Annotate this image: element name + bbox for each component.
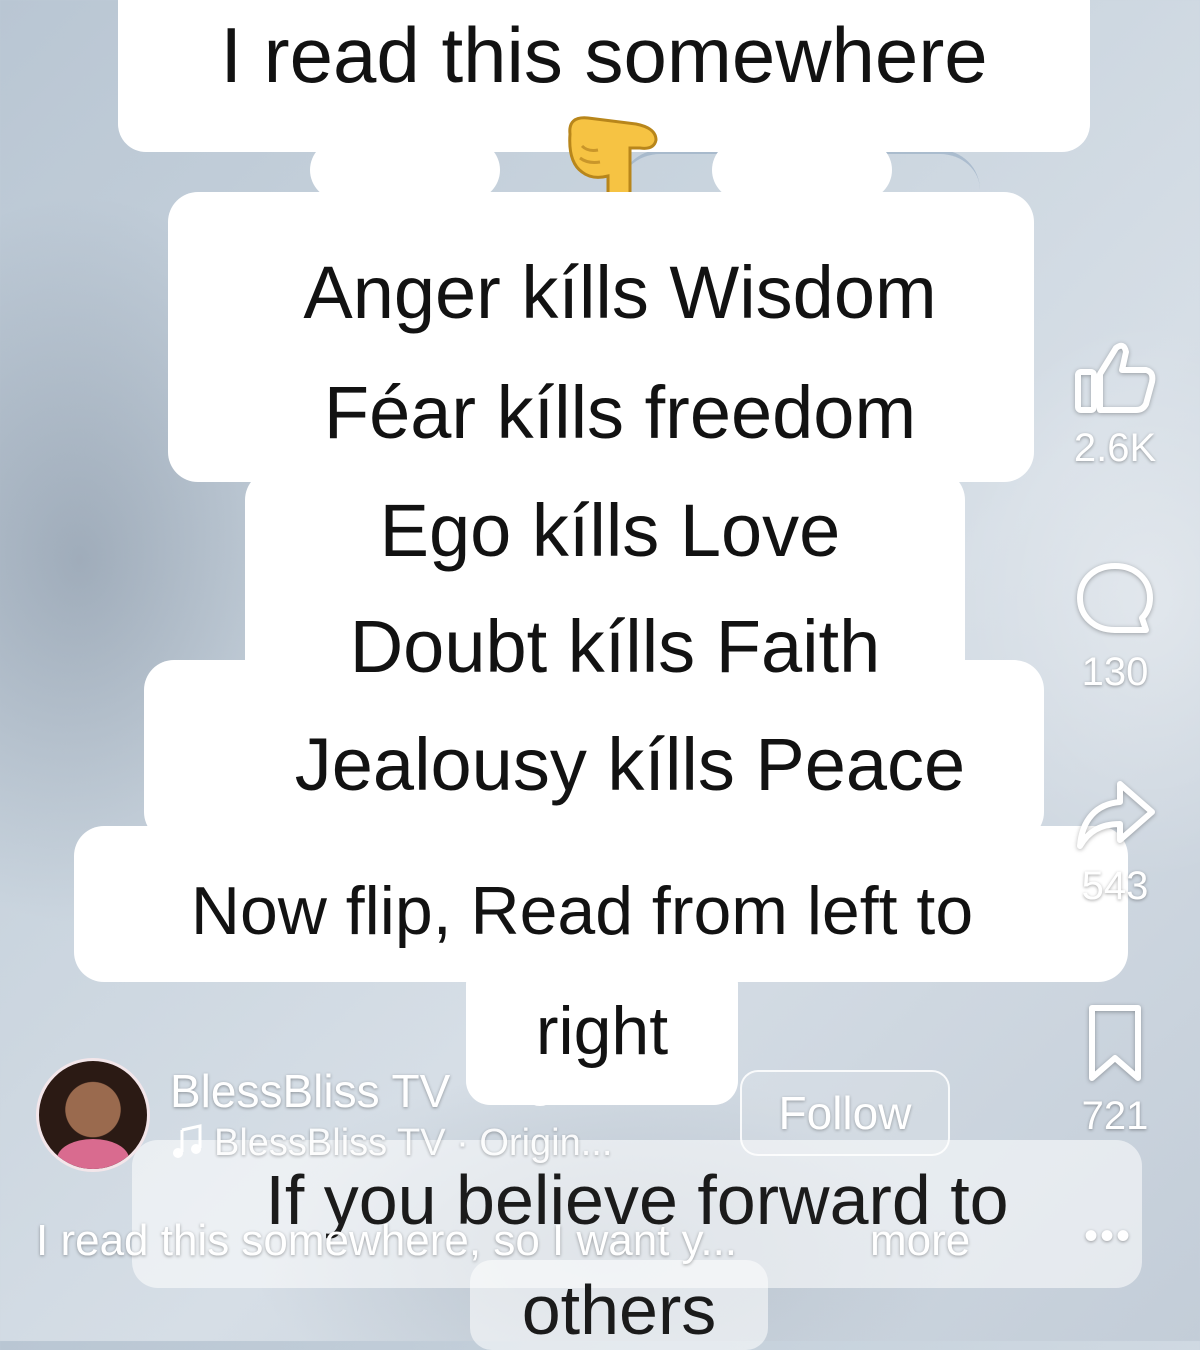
flip-line-1: Now flip, Read from left to (190, 873, 974, 949)
save-button[interactable]: 721 (1060, 1000, 1170, 1139)
creator-avatar[interactable] (36, 1058, 150, 1172)
footer-line-2: others (521, 1271, 717, 1349)
caption-line-5: Jealousy kílls Peace (294, 723, 966, 806)
caption-line-3: Ego kílls Love (379, 489, 841, 572)
music-note-icon (170, 1124, 206, 1165)
sound-name[interactable]: BlessBliss TV · Origin... (214, 1122, 612, 1165)
video-description[interactable]: I read this somewhere, so I want y... (36, 1216, 737, 1266)
globe-icon (520, 1068, 560, 1113)
share-icon (1077, 781, 1155, 849)
thumbs-up-icon (1075, 342, 1156, 413)
caption-line-2: Féar kílls freedom (323, 371, 917, 454)
share-button[interactable]: 543 (1060, 776, 1170, 909)
flip-line-2: right (535, 993, 669, 1069)
creator-name[interactable]: BlessBliss TV (170, 1064, 450, 1118)
more-link[interactable]: more (870, 1216, 970, 1266)
like-count: 2.6K (1073, 426, 1157, 470)
more-options-icon[interactable]: ••• (1084, 1214, 1132, 1259)
comment-icon (1077, 563, 1153, 633)
save-count: 721 (1081, 1094, 1149, 1138)
caption-line-1: Anger kílls Wisdom (303, 251, 937, 334)
like-button[interactable]: 2.6K (1060, 338, 1170, 471)
caption-line-4: Doubt kílls Faith (349, 605, 881, 688)
comment-button[interactable]: 130 (1060, 558, 1170, 695)
caption-connector-right (712, 140, 892, 200)
follow-button[interactable]: Follow (740, 1070, 950, 1156)
caption-connector-left (310, 140, 500, 200)
caption-title: I read this somewhere (220, 11, 988, 99)
bookmark-icon (1089, 1005, 1141, 1081)
share-count: 543 (1081, 864, 1149, 908)
comment-count: 130 (1081, 650, 1149, 694)
